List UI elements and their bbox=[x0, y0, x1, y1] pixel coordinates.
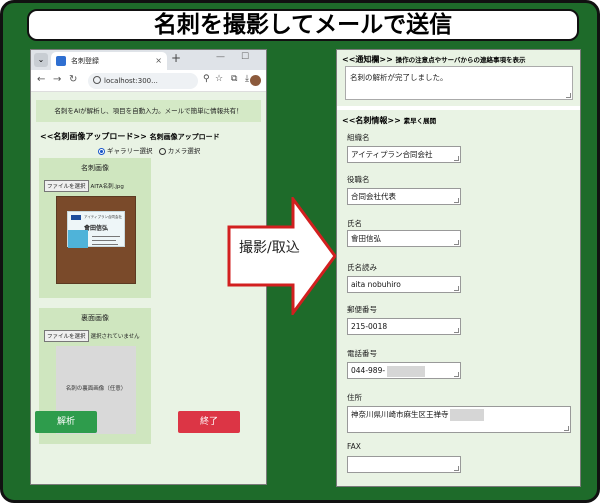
slide-frame: 名刺を撮影してメールで送信 ⌄ 名刺登録 × + — ☐ ← → ↻ local… bbox=[0, 0, 600, 503]
resize-grip-icon[interactable] bbox=[454, 198, 459, 203]
notice-textarea[interactable]: 名刺の解析が完了しました。 bbox=[345, 66, 573, 100]
card-accent bbox=[68, 230, 88, 248]
resize-grip-icon[interactable] bbox=[454, 240, 459, 245]
front-file-row: ファイルを選択 AITA名刺.jpg bbox=[44, 180, 124, 192]
name-value: 會田信弘 bbox=[351, 234, 381, 243]
slide-title: 名刺を撮影してメールで送信 bbox=[27, 9, 579, 41]
bookmark-star-icon[interactable]: ☆ bbox=[215, 74, 223, 84]
front-file-name: AITA名刺.jpg bbox=[90, 184, 124, 190]
info-title-main: <<名刺情報>> bbox=[342, 116, 401, 125]
business-card-image: アイティプラン合同会社 會田信弘 bbox=[67, 211, 125, 248]
address-bar[interactable]: localhost:300... bbox=[88, 73, 198, 89]
radio-camera-label: カメラ選択 bbox=[167, 147, 201, 155]
site-info-icon[interactable] bbox=[93, 76, 101, 84]
exit-button[interactable]: 終了 bbox=[178, 411, 240, 433]
browser-tab[interactable]: 名刺登録 × bbox=[51, 52, 167, 70]
field-label-name: 氏名 bbox=[347, 219, 362, 228]
back-file-row: ファイルを選択 選択されていません bbox=[44, 330, 140, 342]
phone-field[interactable]: 044-989- bbox=[347, 362, 461, 379]
notice-section: <<通知欄>> 操作の注意点やサーバからの連絡事項を表示 名刺の解析が完了しまし… bbox=[337, 50, 580, 106]
arrow-label: 撮影/取込 bbox=[239, 240, 300, 256]
maximize-icon[interactable]: ☐ bbox=[241, 52, 249, 62]
info-title: <<名刺情報>> 素早く展開 bbox=[342, 115, 436, 126]
notice-title-sub: 操作の注意点やサーバからの連絡事項を表示 bbox=[395, 56, 526, 64]
name-reading-value: aita nobuhiro bbox=[351, 280, 401, 289]
resize-grip-icon[interactable] bbox=[454, 372, 459, 377]
zoom-icon[interactable]: ⚲ bbox=[203, 74, 210, 84]
card-line bbox=[92, 236, 120, 237]
resize-grip-icon[interactable] bbox=[454, 466, 459, 471]
radio-gallery-label: ギャラリー選択 bbox=[107, 147, 153, 155]
info-title-sub: 素早く展開 bbox=[403, 117, 437, 125]
name-field[interactable]: 會田信弘 bbox=[347, 230, 461, 247]
address-field[interactable]: 神奈川県川崎市麻生区王禅寺 bbox=[347, 406, 571, 433]
resize-grip-icon[interactable] bbox=[454, 156, 459, 161]
analyze-button[interactable]: 解析 bbox=[35, 411, 97, 433]
front-image-preview: アイティプラン合同会社 會田信弘 bbox=[56, 196, 136, 284]
back-file-name: 選択されていません bbox=[90, 334, 140, 340]
organization-value: アイティプラン合同会社 bbox=[351, 150, 433, 159]
card-company-text: アイティプラン合同会社 bbox=[84, 215, 123, 219]
tab-strip: ⌄ 名刺登録 × + — ☐ bbox=[31, 50, 266, 70]
back-placeholder-text: 名刺の裏面画像（任意） bbox=[65, 386, 127, 392]
upload-title-main: <<名刺画像アップロード>> bbox=[40, 132, 147, 141]
field-label-phone: 電話番号 bbox=[347, 349, 377, 358]
forward-icon[interactable]: → bbox=[53, 74, 61, 85]
front-file-button[interactable]: ファイルを選択 bbox=[44, 180, 89, 192]
postal-code-value: 215-0018 bbox=[351, 322, 388, 331]
name-reading-field[interactable]: aita nobuhiro bbox=[347, 276, 461, 293]
resize-grip-icon[interactable] bbox=[566, 93, 571, 98]
job-title-field[interactable]: 合同会社代表 bbox=[347, 188, 461, 205]
postal-code-field[interactable]: 215-0018 bbox=[347, 318, 461, 335]
notice-title-main: <<通知欄>> bbox=[342, 55, 393, 64]
tab-close-icon[interactable]: × bbox=[155, 52, 162, 70]
extensions-icon[interactable]: ⧉ bbox=[231, 74, 237, 84]
download-icon[interactable]: ⤓ bbox=[245, 74, 249, 84]
resize-grip-icon[interactable] bbox=[564, 426, 569, 431]
redaction-mask bbox=[449, 409, 484, 421]
app-banner: 名刺をAIが解析し、項目を自動入力。メールで簡単に情報共有！ bbox=[36, 100, 261, 122]
form-window: <<通知欄>> 操作の注意点やサーバからの連絡事項を表示 名刺の解析が完了しまし… bbox=[336, 49, 581, 487]
address-value: 神奈川県川崎市麻生区王禅寺 bbox=[351, 410, 449, 419]
fax-field[interactable] bbox=[347, 456, 461, 473]
source-radio-group: ギャラリー選択 カメラ選択 bbox=[98, 145, 200, 155]
browser-toolbar: ← → ↻ localhost:300... ⚲ ☆ ⧉ ⤓ bbox=[31, 70, 266, 92]
card-info-section: <<名刺情報>> 素早く展開 組織名 アイティプラン合同会社 役職名 合同会社代… bbox=[337, 110, 580, 486]
front-image-title: 名刺画像 bbox=[81, 164, 109, 172]
upload-title: <<名刺画像アップロード>> 名刺画像アップロード bbox=[40, 131, 220, 142]
minimize-icon[interactable]: — bbox=[216, 52, 225, 62]
field-label-organization: 組織名 bbox=[347, 133, 370, 142]
phone-value: 044-989- bbox=[351, 366, 386, 375]
resize-grip-icon[interactable] bbox=[454, 328, 459, 333]
resize-grip-icon[interactable] bbox=[454, 286, 459, 291]
organization-field[interactable]: アイティプラン合同会社 bbox=[347, 146, 461, 163]
card-line bbox=[92, 240, 116, 241]
back-file-button[interactable]: ファイルを選択 bbox=[44, 330, 89, 342]
upload-title-sub: 名刺画像アップロード bbox=[149, 133, 220, 141]
reload-icon[interactable]: ↻ bbox=[69, 74, 77, 85]
field-label-fax: FAX bbox=[347, 442, 361, 451]
tab-search-icon[interactable]: ⌄ bbox=[34, 53, 48, 67]
card-line bbox=[92, 244, 118, 245]
tab-label: 名刺登録 bbox=[71, 57, 99, 65]
radio-gallery[interactable] bbox=[98, 147, 105, 155]
front-image-box: 名刺画像 ファイルを選択 AITA名刺.jpg アイティプラン合同会社 會田信弘 bbox=[39, 158, 151, 298]
field-label-address: 住所 bbox=[347, 393, 362, 402]
url-text: localhost:300... bbox=[104, 77, 158, 85]
redaction-mask bbox=[387, 365, 426, 377]
new-tab-icon[interactable]: + bbox=[171, 51, 181, 65]
notice-text: 名刺の解析が完了しました。 bbox=[350, 73, 448, 82]
avatar[interactable] bbox=[250, 75, 261, 86]
back-image-title: 裏面画像 bbox=[81, 314, 109, 322]
company-logo-icon bbox=[71, 215, 81, 220]
field-label-title: 役職名 bbox=[347, 175, 370, 184]
notice-title: <<通知欄>> 操作の注意点やサーバからの連絡事項を表示 bbox=[342, 54, 526, 65]
field-label-postal: 郵便番号 bbox=[347, 305, 377, 314]
favicon-icon bbox=[56, 56, 66, 66]
field-label-reading: 氏名読み bbox=[347, 263, 377, 272]
back-icon[interactable]: ← bbox=[37, 74, 45, 85]
radio-camera[interactable] bbox=[158, 147, 166, 155]
job-title-value: 合同会社代表 bbox=[351, 192, 396, 201]
